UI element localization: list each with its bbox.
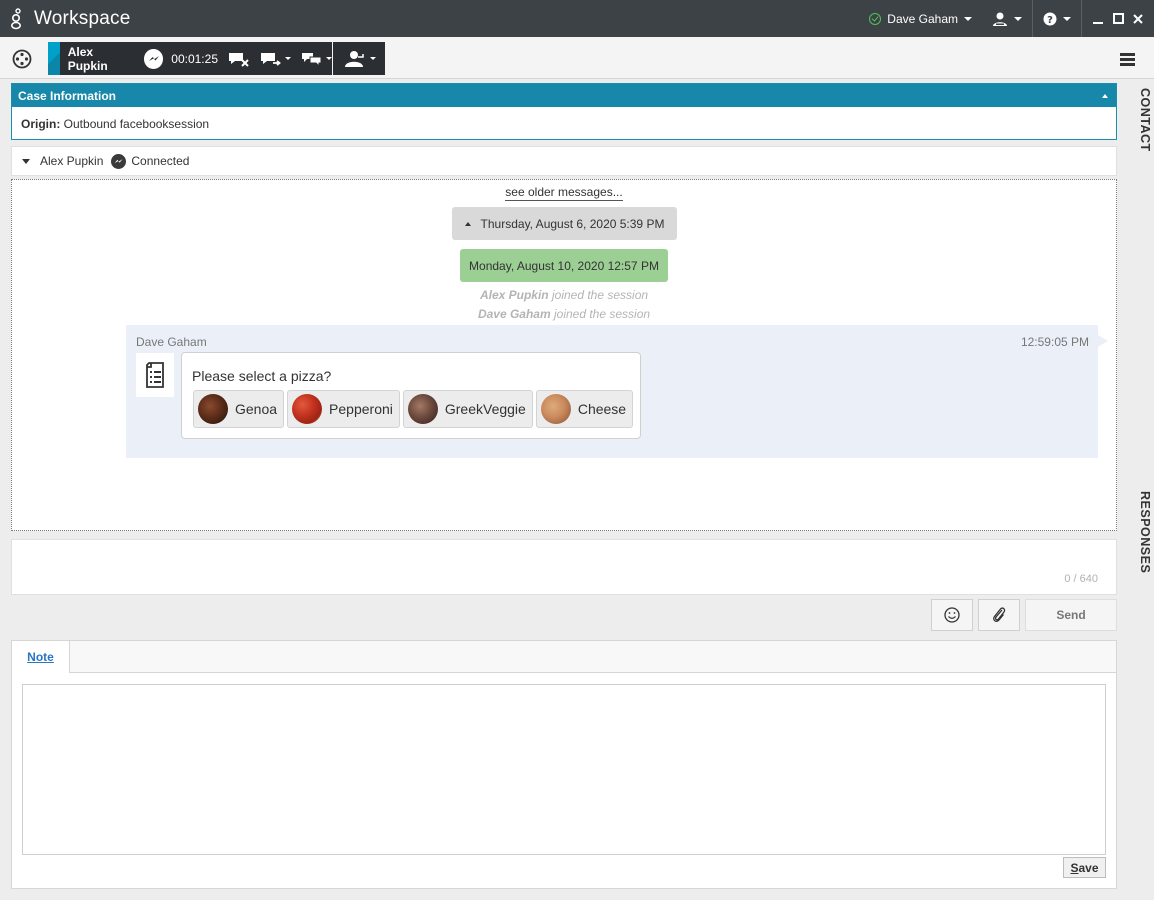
- pizza-option-label: Genoa: [235, 401, 278, 417]
- window-controls: [1082, 0, 1154, 37]
- help-icon: ?: [1043, 12, 1057, 26]
- consult-agent-button[interactable]: [333, 42, 385, 75]
- chevron-down-icon: [1014, 16, 1022, 21]
- agent-menu-button[interactable]: [982, 0, 1032, 37]
- case-origin: Origin: Outbound facebooksession: [12, 107, 1116, 131]
- close-icon[interactable]: [1131, 12, 1145, 26]
- save-note-button[interactable]: Save: [1063, 857, 1106, 878]
- pizza-options: Genoa Pepperoni GreekVeggie Cheese: [193, 390, 636, 428]
- list-picker-icon: [136, 353, 174, 397]
- svg-text:?: ?: [1047, 15, 1053, 26]
- party-status: Connected: [131, 154, 190, 168]
- system-message-name: Dave Gaham: [477, 307, 551, 321]
- date-separator-collapsed[interactable]: Thursday, August 6, 2020 5:39 PM: [452, 207, 677, 240]
- pizza-option-label: Cheese: [577, 401, 627, 417]
- pizza-option-cheese[interactable]: Cheese: [535, 390, 634, 428]
- emoji-icon: [944, 607, 960, 623]
- status-ok-icon: [869, 12, 882, 25]
- paperclip-icon: [993, 607, 1006, 622]
- maximize-icon[interactable]: [1111, 12, 1125, 26]
- wheel-icon[interactable]: [12, 49, 32, 69]
- conference-chat-button[interactable]: [301, 51, 332, 67]
- interaction-contact-name: Alex Pupkin: [67, 44, 108, 73]
- end-chat-button[interactable]: [228, 51, 250, 67]
- character-count: 0 / 640: [1064, 573, 1098, 585]
- party-row: Alex Pupkin Connected: [11, 146, 1117, 176]
- tab-note-label: Note: [27, 650, 54, 664]
- agent-message-bubble: Dave Gaham 12:59:05 PM Please select a p…: [126, 325, 1108, 458]
- case-information-panel: Case Information Origin: Outbound facebo…: [11, 83, 1117, 140]
- transfer-chat-icon: [261, 52, 281, 66]
- note-tabs: Note: [12, 641, 1116, 673]
- pizza-option-label: GreekVeggie: [444, 401, 526, 417]
- date-separator-label: Thursday, August 6, 2020 5:39 PM: [480, 216, 665, 231]
- system-message-text: joined the session: [548, 288, 649, 302]
- chevron-down-icon: [964, 16, 972, 21]
- card-question: Please select a pizza?: [192, 368, 332, 384]
- consult-agent-icon: [344, 50, 364, 67]
- chevron-down-icon: [326, 57, 332, 60]
- pizza-greekveggie-image: [407, 394, 438, 424]
- chevron-down-icon: [285, 57, 291, 60]
- pizza-option-genoa[interactable]: Genoa: [193, 390, 285, 428]
- emoji-button[interactable]: [931, 599, 973, 631]
- contact-side-tab[interactable]: CONTACT: [1132, 88, 1152, 152]
- active-interaction-bar[interactable]: Alex Pupkin 00:01:25: [48, 42, 332, 75]
- message-author: Dave Gaham: [136, 335, 207, 349]
- system-message-text: joined the session: [550, 307, 651, 321]
- case-information-header[interactable]: Case Information: [12, 84, 1116, 107]
- responses-side-tab[interactable]: RESPONSES: [1132, 491, 1152, 573]
- note-panel: Note Save: [11, 640, 1117, 889]
- genesys-logo-icon: [2, 0, 30, 37]
- date-separator-label: Monday, August 10, 2020 12:57 PM: [469, 258, 659, 273]
- interaction-timer: 00:01:25: [171, 51, 218, 66]
- origin-value: Outbound facebooksession: [63, 117, 210, 131]
- date-separator-current: Monday, August 10, 2020 12:57 PM: [460, 249, 668, 282]
- pizza-option-label: Pepperoni: [329, 401, 393, 417]
- help-menu-button[interactable]: ?: [1033, 0, 1081, 37]
- agent-status-menu[interactable]: Dave Gaham: [859, 0, 982, 37]
- party-name: Alex Pupkin: [40, 154, 104, 168]
- send-button[interactable]: Send: [1025, 599, 1117, 631]
- see-older-messages-link[interactable]: see older messages...: [505, 185, 623, 201]
- attach-file-button[interactable]: [978, 599, 1020, 631]
- system-message-name: Alex Pupkin: [479, 288, 549, 302]
- interaction-toolbar: Alex Pupkin 00:01:25: [0, 37, 1154, 79]
- note-textarea[interactable]: [22, 684, 1106, 855]
- message-time: 12:59:05 PM: [1020, 335, 1089, 349]
- pizza-pepperoni-image: [292, 394, 323, 424]
- expand-party-icon[interactable]: [22, 158, 30, 164]
- tab-note[interactable]: Note: [12, 641, 70, 673]
- pizza-option-pepperoni[interactable]: Pepperoni: [287, 390, 400, 428]
- system-message: Dave Gaham joined the session: [12, 307, 1116, 321]
- app-title: Workspace: [34, 7, 131, 29]
- transfer-chat-button[interactable]: [260, 51, 291, 67]
- pizza-selection-card: Please select a pizza? Genoa Pepperoni G…: [181, 352, 641, 439]
- user-name: Dave Gaham: [887, 11, 958, 26]
- chevron-up-icon[interactable]: [1102, 93, 1108, 98]
- message-input[interactable]: 0 / 640: [11, 539, 1117, 595]
- save-note-label: Save: [1070, 860, 1099, 875]
- chevron-up-icon: [464, 221, 471, 226]
- end-chat-icon: [229, 52, 249, 67]
- minimize-icon[interactable]: [1091, 12, 1105, 26]
- origin-label: Origin:: [21, 117, 61, 131]
- interaction-color-stripe: [48, 42, 60, 75]
- case-information-title: Case Information: [18, 88, 117, 103]
- pizza-cheese-image: [540, 394, 571, 424]
- title-bar: Workspace Dave Gaham ?: [0, 0, 1154, 37]
- chevron-down-icon: [1063, 16, 1071, 21]
- hamburger-icon[interactable]: [1120, 53, 1135, 66]
- pizza-genoa-image: [198, 394, 228, 424]
- chat-transcript[interactable]: see older messages... Thursday, August 6…: [11, 179, 1117, 531]
- system-message: Alex Pupkin joined the session: [12, 288, 1116, 302]
- messenger-icon: [111, 153, 127, 169]
- messenger-icon: [143, 48, 164, 69]
- agent-icon: [993, 12, 1007, 26]
- conference-chat-icon: [302, 52, 322, 67]
- chevron-down-icon: [369, 57, 376, 60]
- pizza-option-greekveggie[interactable]: GreekVeggie: [402, 390, 533, 428]
- older-messages-row: see older messages...: [12, 185, 1116, 201]
